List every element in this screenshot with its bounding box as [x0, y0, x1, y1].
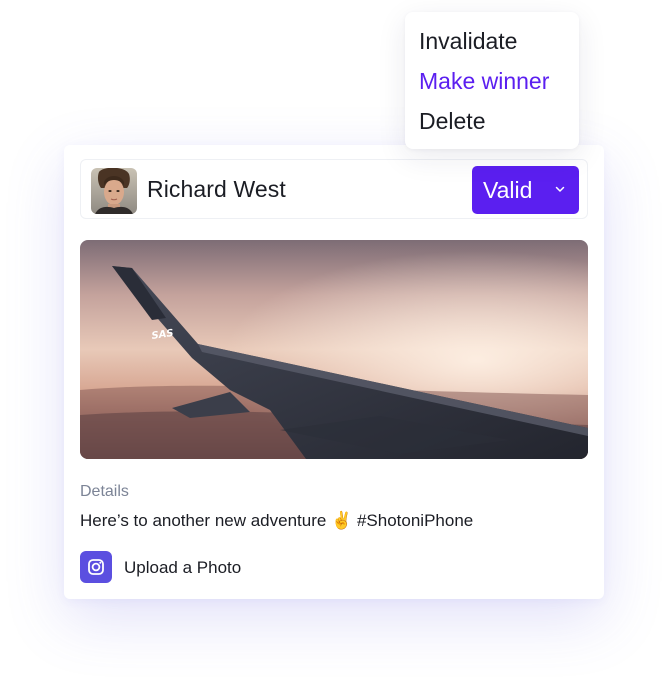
chevron-down-icon: [555, 186, 565, 192]
menu-item-make-winner[interactable]: Make winner: [419, 68, 549, 95]
upload-photo-link[interactable]: Upload a Photo: [124, 558, 241, 578]
entry-header: Richard West Valid: [80, 159, 588, 219]
details-label: Details: [80, 483, 129, 500]
menu-item-delete[interactable]: Delete: [419, 108, 485, 135]
instagram-icon[interactable]: [80, 551, 112, 583]
entry-photo[interactable]: SAS: [80, 240, 588, 459]
status-dropdown[interactable]: Valid: [472, 166, 579, 214]
status-menu: Invalidate Make winner Delete: [405, 12, 579, 149]
menu-item-invalidate[interactable]: Invalidate: [419, 28, 517, 55]
status-label: Valid: [483, 177, 533, 203]
entry-card: Richard West Valid SAS Details Here’s to…: [64, 145, 604, 599]
entry-caption: Here’s to another new adventure ✌️ #Shot…: [80, 511, 474, 530]
user-name: Richard West: [147, 176, 286, 202]
avatar: [91, 168, 137, 214]
